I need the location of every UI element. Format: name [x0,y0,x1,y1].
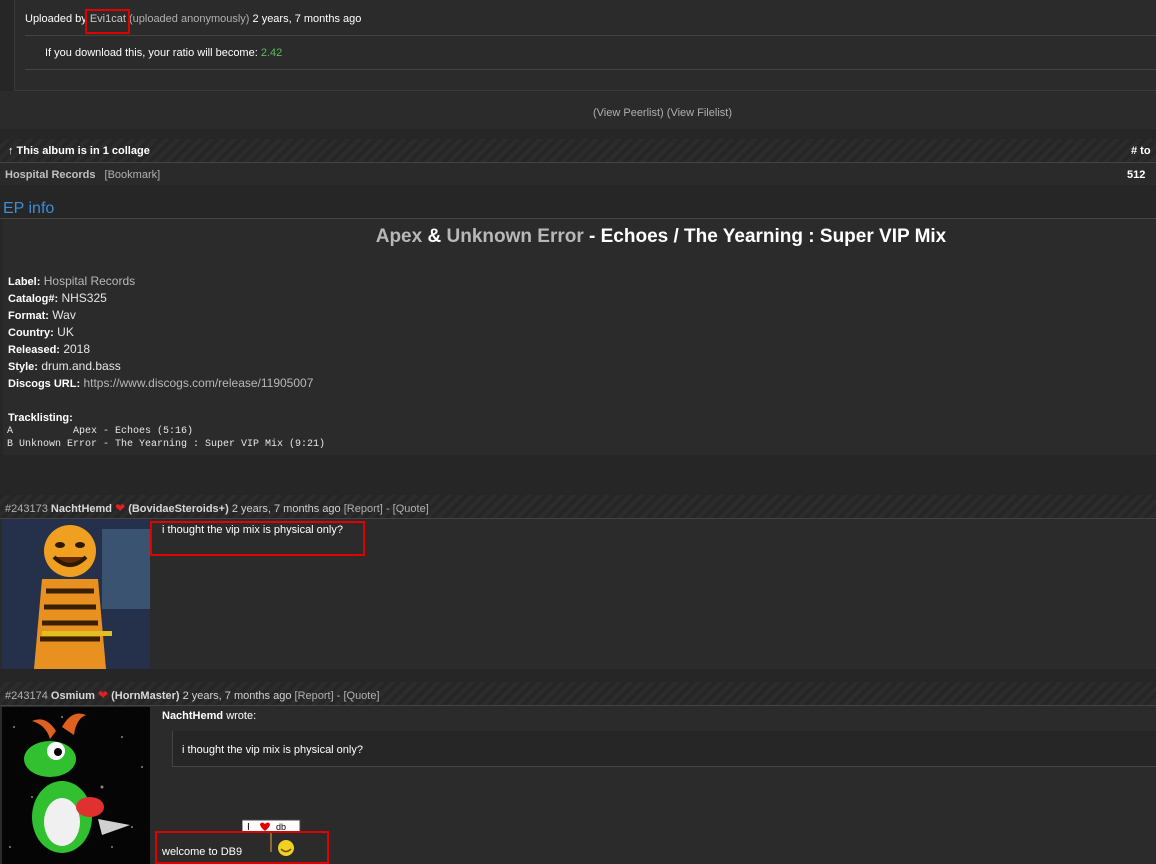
release-title: Apex & Unknown Error - Echoes / The Year… [0,226,1156,248]
release-fields: Label: Hospital Records Catalog#: NHS325… [8,273,313,392]
release-name: - Echoes / The Yearning : Super VIP Mix [589,226,947,247]
discogs-link[interactable]: https://www.discogs.com/release/11905007 [83,376,313,390]
tracklist: A Apex - Echoes (5:16) B Unknown Error - … [7,425,325,451]
post-header: #243173 NachtHemd ❤ (BovidaeSteroids+) 2… [5,501,429,515]
quote-wrote: wrote: [226,710,257,722]
view-peerlist-link[interactable]: (View Peerlist) [593,107,664,119]
avatar [2,519,150,669]
highlight-box-uploader [85,9,130,34]
post-id-link[interactable]: #243173 [5,503,48,515]
quote-link[interactable]: [Quote] [343,690,379,702]
tracklisting-label: Tracklisting: [8,412,73,424]
upload-time: 2 years, 7 months ago [252,13,362,25]
highlight-box-post-2 [155,831,329,864]
field-discogs: Discogs URL: https://www.discogs.com/rel… [8,376,314,390]
field-format: Format: Wav [8,308,76,322]
collage-row [0,163,1156,185]
ratio-line: If you download this, your ratio will be… [45,47,282,59]
upload-anon: (uploaded anonymously) [128,13,250,25]
avatar [2,707,150,864]
artist-link-apex[interactable]: Apex [376,226,422,247]
upload-prefix: Uploaded by [25,13,87,25]
heart-icon: ❤ [97,688,109,702]
heart-icon: ❤ [115,501,126,515]
post-time: 2 years, 7 months ago [182,690,292,702]
peer-file-links: (View Peerlist) (View Filelist) [593,107,732,119]
quote-text: i thought the vip mix is physical only? [182,744,363,756]
report-link[interactable]: [Report] [295,690,334,702]
track-row: B Unknown Error - The Yearning : Super V… [7,439,326,450]
separator: - [336,690,341,702]
user-class: (BovidaeSteroids+) [128,503,229,515]
ep-info-title[interactable]: EP info [3,200,54,218]
upload-line: Uploaded by Evi1cat (uploaded anonymousl… [25,13,361,25]
post-time: 2 years, 7 months ago [231,503,341,515]
field-style: Style: drum.and.bass [8,359,121,373]
tiger-costume-avatar-icon [2,519,150,669]
post-header: #243174 Osmium ❤ (HornMaster) 2 years, 7… [5,688,380,702]
field-released: Released: 2018 [8,342,91,356]
collage-bookmark-link[interactable]: [Bookmark] [105,169,161,181]
collage-item: Hospital Records [Bookmark] [5,169,160,181]
highlight-box-post-1 [150,521,365,556]
peer-file-bar [0,91,1156,129]
separator: - [385,503,390,515]
quote-author-link[interactable]: NachtHemd [162,710,223,722]
post-author-link[interactable]: NachtHemd [51,503,112,515]
divider [25,35,1156,36]
collage-col-header: # to [1131,145,1151,157]
track-row: A Apex - Echoes (5:16) [7,426,194,437]
collage-header-bar [0,139,1156,163]
field-label: Label: Hospital Records [8,274,136,288]
label-link[interactable]: Hospital Records [44,274,135,288]
collage-count: 512 [1127,169,1146,181]
collage-header[interactable]: ↑ This album is in 1 collage [8,145,150,157]
post-author-link[interactable]: Osmium [51,690,95,702]
quote-link[interactable]: [Quote] [393,503,429,515]
collage-link[interactable]: Hospital Records [5,169,95,181]
field-country: Country: UK [8,325,74,339]
artist-amp: & [427,226,442,247]
report-link[interactable]: [Report] [344,503,383,515]
user-class: (HornMaster) [111,690,180,702]
ratio-label: If you download this, your ratio will be… [45,47,258,59]
yoshi-goat-avatar-icon [2,707,150,864]
quote-header: NachtHemd wrote: [162,710,256,722]
post-id-link[interactable]: #243174 [5,690,48,702]
ratio-value: 2.42 [260,47,283,59]
field-catalog: Catalog#: NHS325 [8,291,107,305]
artist-link-unknown-error[interactable]: Unknown Error [447,226,584,247]
view-filelist-link[interactable]: (View Filelist) [667,107,732,119]
divider [25,69,1156,70]
